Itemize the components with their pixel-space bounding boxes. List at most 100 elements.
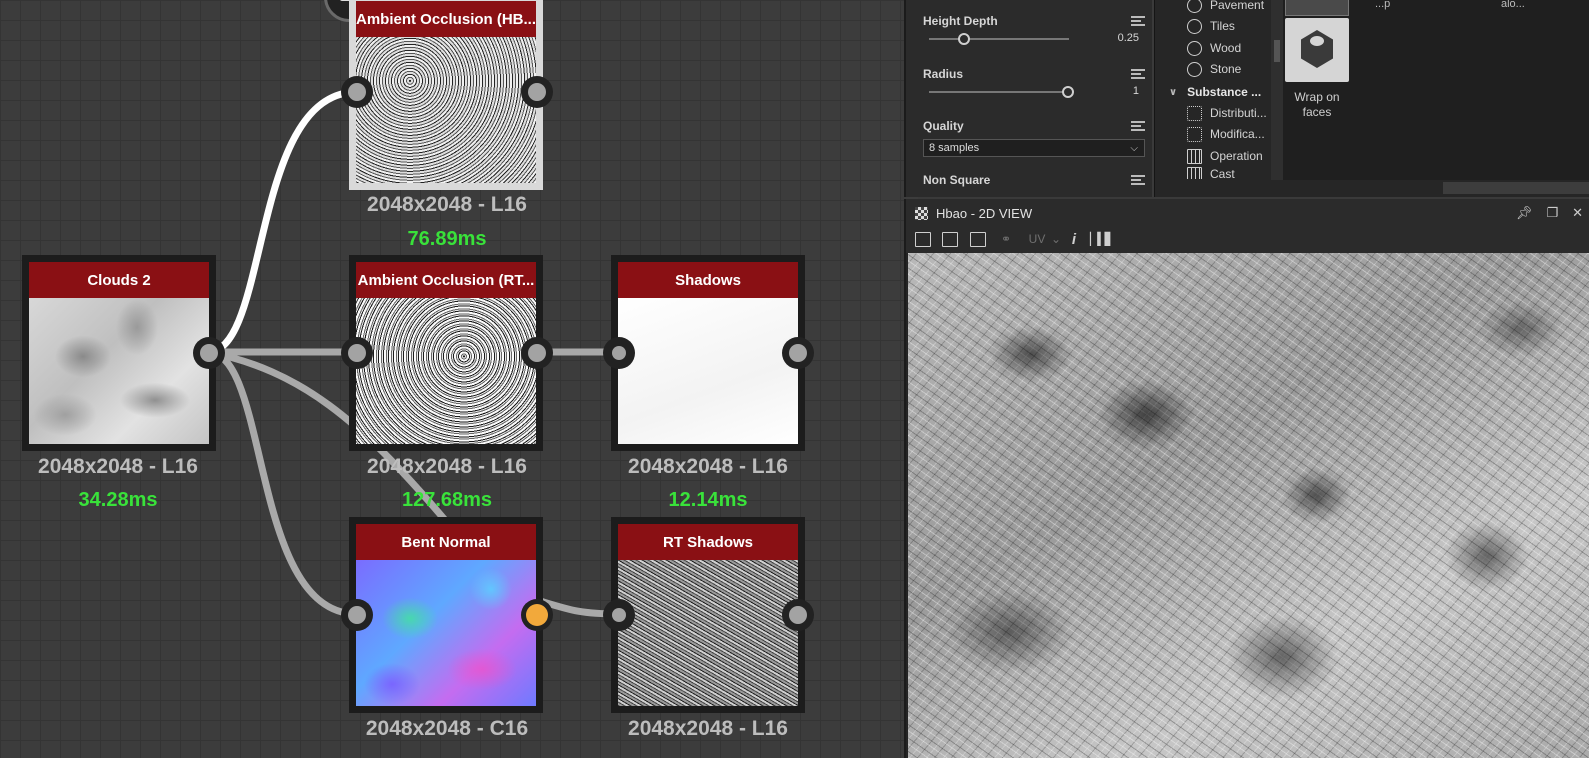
library-horizontal-scrollbar[interactable] bbox=[1283, 180, 1589, 197]
share-icon[interactable]: ⚭ bbox=[998, 232, 1014, 247]
node-thumbnail bbox=[356, 298, 536, 444]
output-pin[interactable] bbox=[521, 76, 553, 108]
info-icon[interactable]: i bbox=[1066, 232, 1082, 247]
library-item-label: Pavement bbox=[1210, 0, 1265, 12]
node-resolution: 2048x2048 - L16 bbox=[367, 193, 527, 216]
quality-select[interactable]: 8 samples ⌵ bbox=[923, 139, 1145, 157]
scrollbar-thumb[interactable] bbox=[1443, 182, 1589, 194]
output-pin[interactable] bbox=[782, 599, 814, 631]
copy-icon[interactable] bbox=[970, 232, 986, 247]
menu-icon[interactable] bbox=[1131, 175, 1145, 185]
node-time: 34.28ms bbox=[78, 489, 158, 511]
slider-knob[interactable] bbox=[958, 33, 970, 45]
library-item-tiles[interactable]: Tiles bbox=[1187, 16, 1235, 36]
library-item-label: Stone bbox=[1210, 62, 1242, 76]
histogram-icon[interactable]: ▏▍▋ bbox=[1090, 232, 1114, 247]
input-pin[interactable] bbox=[341, 76, 373, 108]
slider-knob[interactable] bbox=[1062, 86, 1074, 98]
select-value: 8 samples bbox=[929, 142, 980, 154]
restore-icon[interactable]: ❐ bbox=[1546, 206, 1558, 220]
library-item-distribution[interactable]: Distributi... bbox=[1187, 103, 1267, 123]
node-rt-shadows[interactable]: RT Shadows bbox=[611, 517, 805, 713]
output-pin[interactable] bbox=[521, 337, 553, 369]
scrollbar-thumb[interactable] bbox=[1274, 40, 1280, 62]
prop-label: Quality bbox=[923, 119, 964, 133]
prop-non-square: Non Square bbox=[923, 173, 1145, 187]
radius-slider[interactable] bbox=[929, 86, 1074, 98]
chevron-down-icon[interactable]: ⌄ bbox=[1048, 232, 1064, 247]
node-time: 12.14ms bbox=[668, 489, 748, 511]
library-grid: ...p alo... Wrap on faces bbox=[1283, 0, 1589, 180]
node-resolution: 2048x2048 - L16 bbox=[38, 455, 198, 478]
library-tile-partial[interactable] bbox=[1285, 0, 1349, 16]
library-item-wood[interactable]: Wood bbox=[1187, 38, 1241, 58]
fit-view-icon[interactable] bbox=[915, 232, 931, 247]
node-resolution: 2048x2048 - L16 bbox=[628, 717, 788, 740]
library-item-label: Distributi... bbox=[1210, 106, 1267, 120]
checker-icon bbox=[915, 207, 928, 220]
library-item-label: Operation bbox=[1210, 149, 1263, 163]
output-pin-active[interactable] bbox=[521, 599, 553, 631]
prop-label: Radius bbox=[923, 67, 964, 81]
library-tile-wrap-on-faces[interactable] bbox=[1285, 18, 1349, 82]
library-item-stone[interactable]: Stone bbox=[1187, 59, 1241, 79]
node-title: Ambient Occlusion (HB... bbox=[356, 1, 536, 37]
prop-label: Non Square bbox=[923, 173, 991, 187]
sphere-icon bbox=[1187, 61, 1202, 77]
tile-label-cut: ...p bbox=[1375, 0, 1391, 10]
node-resolution: 2048x2048 - C16 bbox=[365, 717, 529, 740]
menu-icon[interactable] bbox=[1131, 16, 1145, 26]
height-depth-slider[interactable] bbox=[929, 33, 1069, 45]
output-pin[interactable] bbox=[782, 337, 814, 369]
prop-quality: Quality 8 samples ⌵ bbox=[923, 119, 1145, 157]
input-pin[interactable] bbox=[341, 599, 373, 631]
uv-toggle[interactable]: UV bbox=[1024, 232, 1050, 247]
chevron-down-icon[interactable]: ∨ bbox=[1169, 87, 1177, 98]
app-window: Ambient Occlusion (HB... 2048x2048 - L16… bbox=[0, 0, 1589, 758]
prop-value[interactable]: 0.25 bbox=[1118, 32, 1139, 44]
node-clouds-2[interactable]: Clouds 2 bbox=[22, 255, 216, 451]
modifier-icon bbox=[1187, 126, 1202, 142]
library-item-modification[interactable]: Modifica... bbox=[1187, 124, 1265, 144]
node-ambient-occlusion-hbao[interactable]: Ambient Occlusion (HB... bbox=[349, 0, 543, 190]
prop-radius: Radius 1 bbox=[923, 67, 1145, 98]
tile-label-cut: alo... bbox=[1501, 0, 1525, 10]
input-pin[interactable] bbox=[603, 337, 635, 369]
chevron-down-icon: ⌵ bbox=[1130, 143, 1138, 154]
graph-canvas[interactable]: Ambient Occlusion (HB... 2048x2048 - L16… bbox=[0, 0, 918, 758]
library-item-label: Wood bbox=[1210, 41, 1242, 55]
cube-icon bbox=[1301, 30, 1333, 68]
node-shadows[interactable]: Shadows bbox=[611, 255, 805, 451]
close-icon[interactable]: ✕ bbox=[1572, 206, 1583, 220]
save-icon[interactable] bbox=[942, 232, 958, 247]
library-item-label: Modifica... bbox=[1210, 127, 1265, 141]
node-thumbnail bbox=[618, 560, 798, 706]
wire-clouds-to-bent-normal bbox=[207, 348, 358, 618]
node-title: Clouds 2 bbox=[29, 262, 209, 298]
2d-view-image[interactable] bbox=[908, 253, 1589, 758]
menu-icon[interactable] bbox=[1131, 121, 1145, 131]
library-scrollbar[interactable] bbox=[1271, 0, 1283, 180]
pin-icon[interactable]: 📌︎ bbox=[1516, 206, 1533, 220]
prop-value[interactable]: 1 bbox=[1133, 85, 1139, 97]
2d-view-titlebar: Hbao - 2D VIEW 📌︎ ❐ ✕ bbox=[906, 199, 1589, 227]
input-pin[interactable] bbox=[341, 337, 373, 369]
node-thumbnail bbox=[29, 298, 209, 444]
node-title: Bent Normal bbox=[356, 524, 536, 560]
output-pin[interactable] bbox=[193, 337, 225, 369]
library-item-cast[interactable]: Cast bbox=[1187, 167, 1235, 179]
node-title: Ambient Occlusion (RT... bbox=[356, 262, 536, 298]
node-ambient-occlusion-rt[interactable]: Ambient Occlusion (RT... bbox=[349, 255, 543, 451]
node-title: Shadows bbox=[618, 262, 798, 298]
tile-label-line-1: Wrap on bbox=[1294, 90, 1340, 104]
node-title: RT Shadows bbox=[618, 524, 798, 560]
prop-label: Height Depth bbox=[923, 14, 998, 28]
library-item-operation[interactable]: Operation bbox=[1187, 146, 1263, 166]
node-bent-normal[interactable]: Bent Normal bbox=[349, 517, 543, 713]
prop-height-depth: Height Depth 0.25 bbox=[923, 14, 1145, 45]
properties-panel: Height Depth 0.25 Radius 1 Quality 8 sam… bbox=[904, 0, 1152, 197]
library-category-substance[interactable]: ∨ Substance ... bbox=[1169, 82, 1261, 102]
library-item-pavement[interactable]: Pavement bbox=[1187, 0, 1264, 15]
input-pin[interactable] bbox=[603, 599, 635, 631]
menu-icon[interactable] bbox=[1131, 69, 1145, 79]
